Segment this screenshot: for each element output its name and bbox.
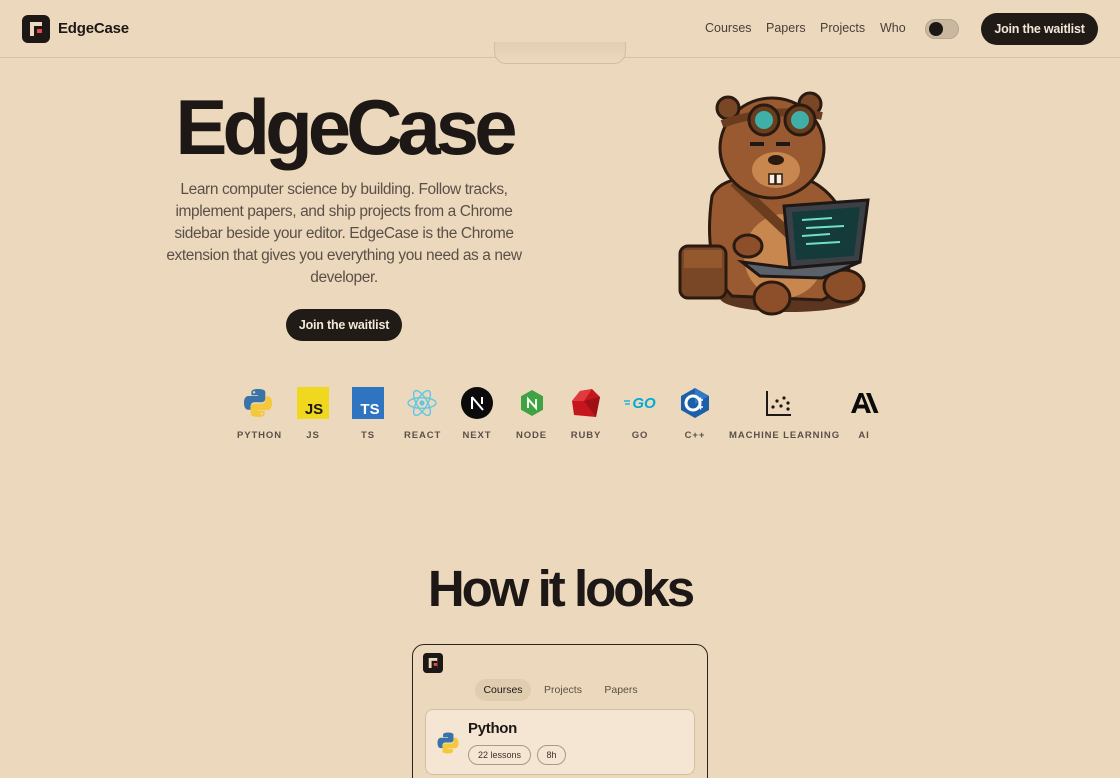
javascript-icon: JS xyxy=(297,387,329,419)
hero-description: Learn computer science by building. Foll… xyxy=(166,181,522,286)
edgecase-logo-icon xyxy=(423,653,443,673)
python-icon xyxy=(244,389,272,417)
go-icon: GO xyxy=(624,395,656,412)
tech-label: NODE xyxy=(516,430,548,441)
tech-node[interactable]: NODE xyxy=(516,387,546,441)
ruby-icon xyxy=(572,389,600,417)
how-it-looks-title: How it looks xyxy=(427,560,695,617)
theme-toggle[interactable] xyxy=(925,19,959,39)
svg-text:JS: JS xyxy=(305,401,323,418)
tech-cpp[interactable]: C++ xyxy=(679,387,711,441)
tech-label: TS xyxy=(361,430,375,441)
tech-label: GO xyxy=(631,430,649,441)
anthropic-icon xyxy=(851,393,879,413)
nav-papers[interactable]: Papers xyxy=(766,21,806,35)
edgecase-logo-icon[interactable] xyxy=(22,15,50,43)
nav-who[interactable]: Who xyxy=(880,21,906,35)
nodejs-icon xyxy=(521,390,543,416)
tech-ruby[interactable]: RUBY xyxy=(570,387,602,441)
tech-ai[interactable]: AI xyxy=(848,387,880,441)
toggle-knob xyxy=(929,22,943,36)
nav-projects[interactable]: Projects xyxy=(820,21,865,35)
tech-label: AI xyxy=(858,430,870,441)
course-title: Python xyxy=(468,720,518,737)
tech-machine-learning[interactable]: MACHINE LEARNING xyxy=(729,387,840,441)
beaver-mascot-icon xyxy=(678,91,870,316)
tech-js[interactable]: JS JS xyxy=(297,387,329,441)
join-waitlist-hero-button[interactable]: Join the waitlist xyxy=(286,309,402,341)
tab-projects[interactable]: Projects xyxy=(541,679,585,701)
tech-label: JS xyxy=(306,430,320,441)
tab-papers[interactable]: Papers xyxy=(601,679,641,701)
tech-react[interactable]: REACT xyxy=(404,387,440,441)
tech-go[interactable]: GO GO xyxy=(623,387,657,441)
tab-courses[interactable]: Courses xyxy=(475,679,531,701)
sidebar-preview: Courses Projects Papers Python 22 lesson… xyxy=(412,644,708,778)
tech-label: MACHINE LEARNING xyxy=(729,430,840,441)
tech-label: REACT xyxy=(404,430,442,441)
react-icon xyxy=(407,389,437,417)
join-waitlist-header-button[interactable]: Join the waitlist xyxy=(981,13,1098,45)
nextjs-icon xyxy=(461,387,493,419)
duration-badge: 8h xyxy=(537,745,566,765)
nav-courses[interactable]: Courses xyxy=(705,21,752,35)
hero-title: EdgeCase xyxy=(175,83,517,171)
scatter-chart-icon xyxy=(766,391,791,416)
tech-next[interactable]: NEXT xyxy=(461,387,493,441)
tech-label: RUBY xyxy=(570,430,602,441)
svg-text:GO: GO xyxy=(632,395,656,412)
tech-ts[interactable]: TS TS xyxy=(352,387,384,441)
typescript-icon: TS xyxy=(352,387,384,419)
tech-label: PYTHON xyxy=(237,430,282,441)
tech-label: NEXT xyxy=(462,430,492,441)
svg-text:TS: TS xyxy=(360,401,379,418)
cpp-icon xyxy=(681,388,709,418)
tech-label: C++ xyxy=(684,430,706,441)
header-tab-notch xyxy=(494,42,626,64)
tech-python[interactable]: PYTHON xyxy=(237,387,282,441)
python-icon xyxy=(437,732,459,754)
brand-name[interactable]: EdgeCase xyxy=(58,20,129,37)
course-card-python[interactable]: Python 22 lessons 8h xyxy=(425,709,695,775)
lessons-badge: 22 lessons xyxy=(468,745,531,765)
